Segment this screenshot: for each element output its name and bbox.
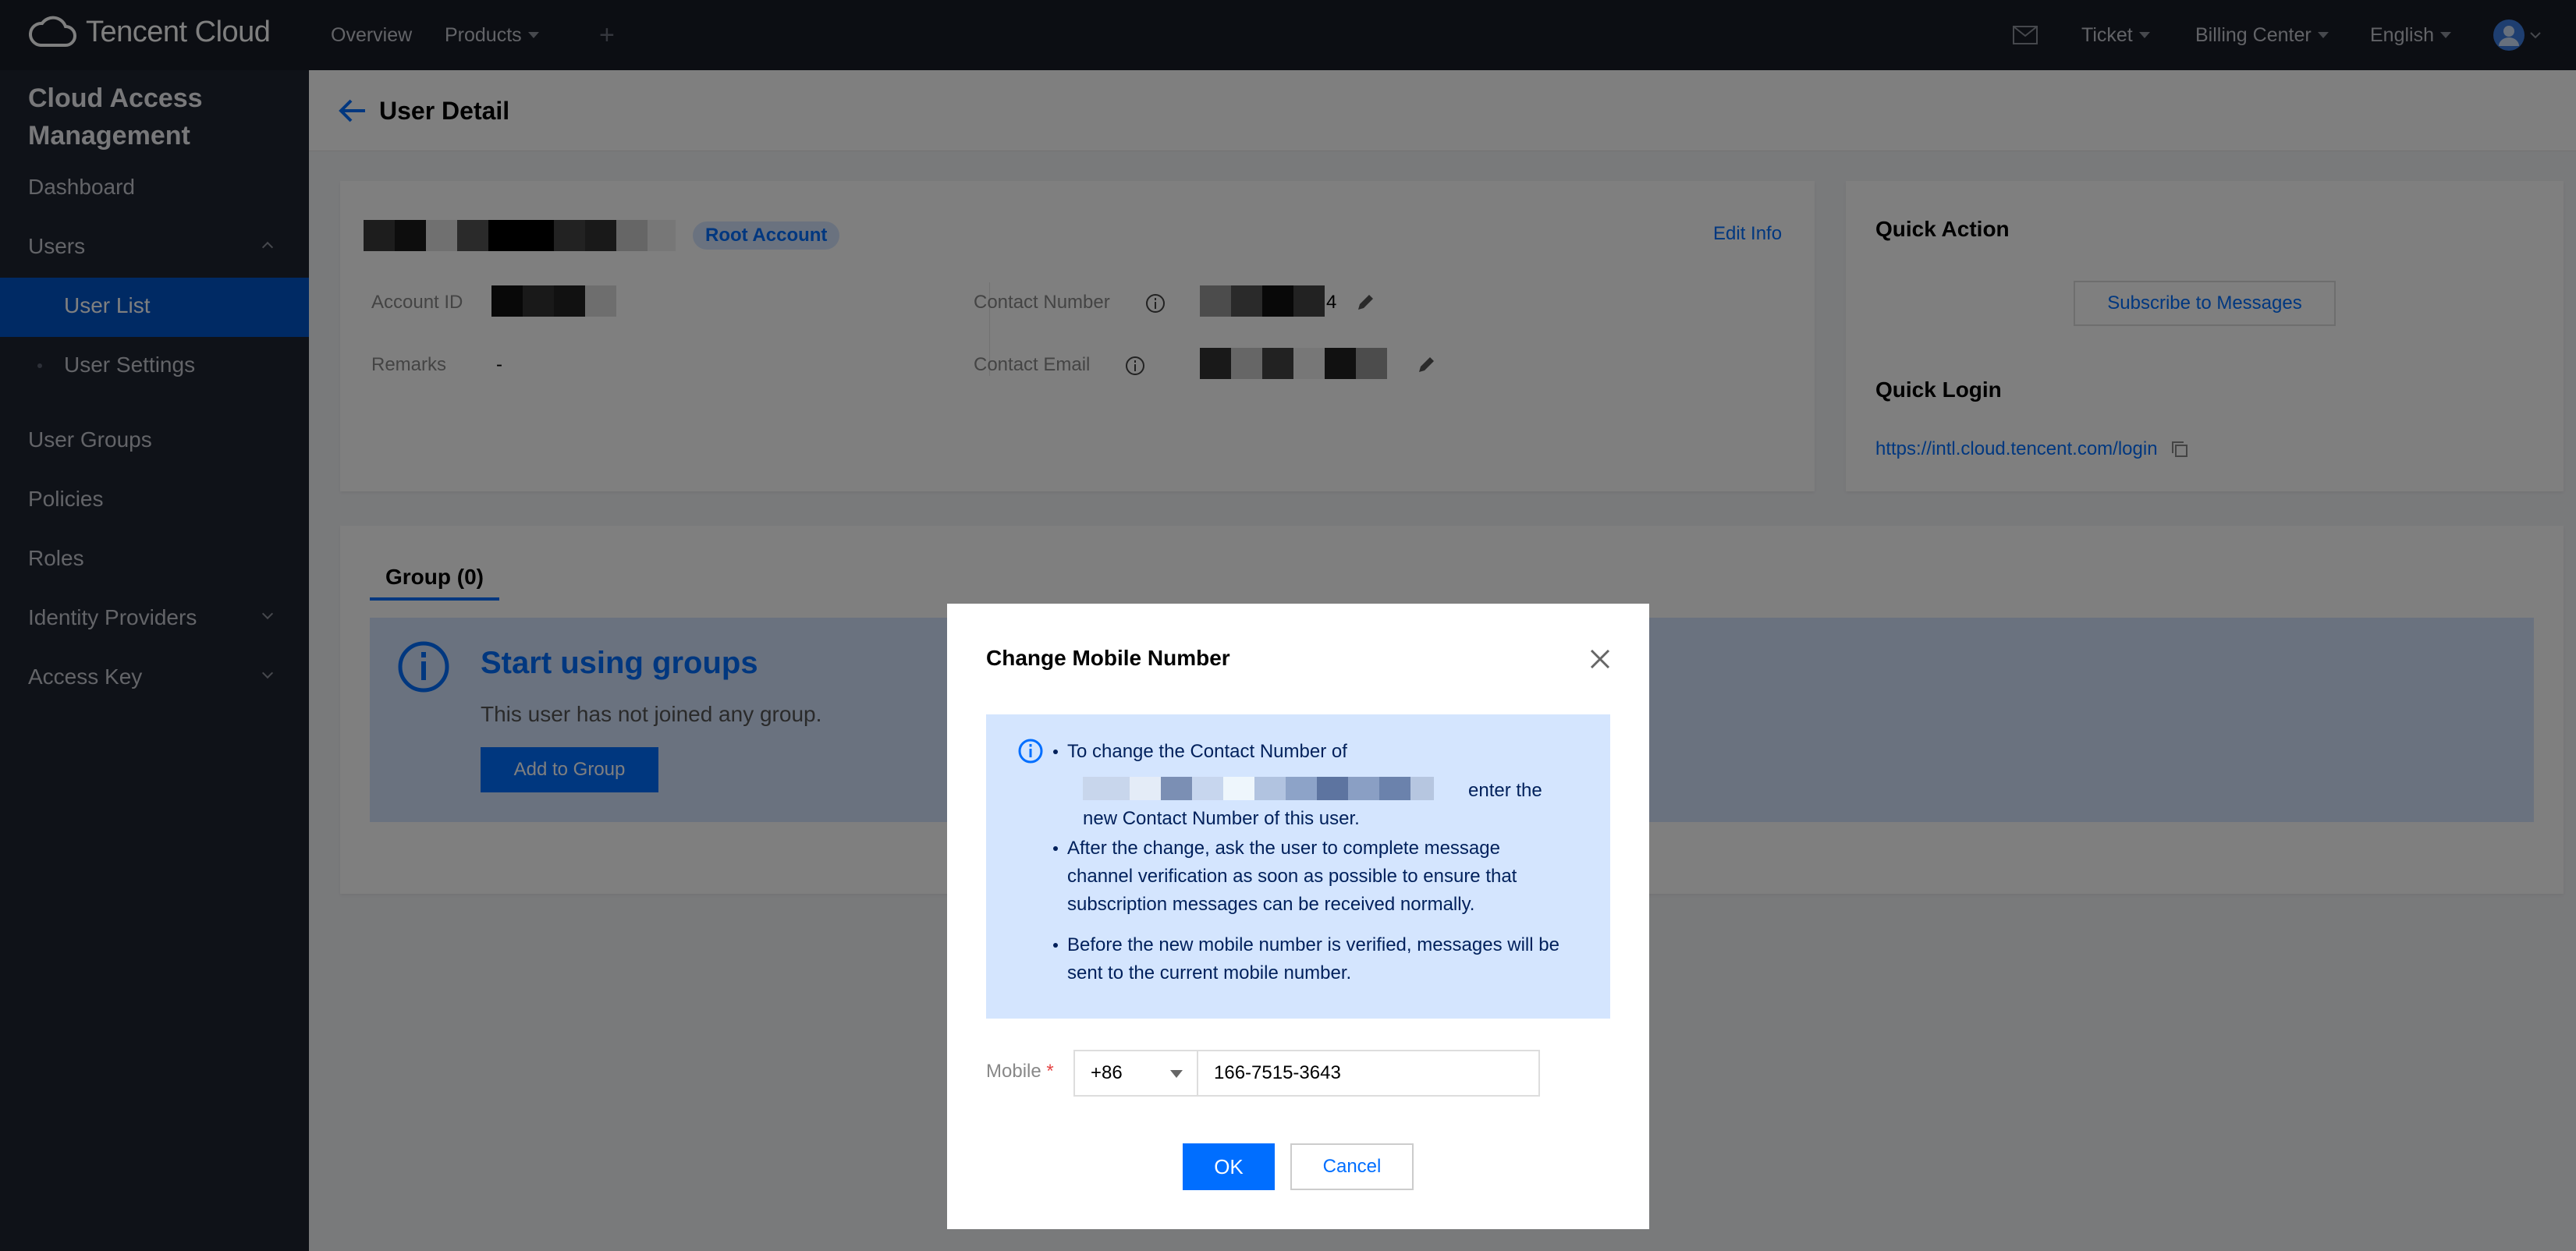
notice-bullet-2: After the change, ask the user to comple… — [1053, 835, 1567, 919]
country-code-select[interactable]: +86 — [1073, 1050, 1198, 1097]
notice-bullet-1-tail: enter the — [1468, 780, 1542, 801]
notice-bullet-3: Before the new mobile number is verified… — [1053, 931, 1567, 987]
chevron-down-icon — [1170, 1070, 1183, 1078]
notice-bullet-1-line3: new Contact Number of this user. — [1083, 808, 1360, 829]
ok-button[interactable]: OK — [1183, 1143, 1275, 1190]
change-mobile-number-dialog: Change Mobile Number To change the Conta… — [947, 604, 1649, 1229]
close-icon[interactable] — [1588, 647, 1612, 671]
notice-panel: To change the Contact Number of enter th… — [986, 714, 1610, 1019]
dialog-title: Change Mobile Number — [986, 646, 1230, 670]
required-asterisk: * — [1046, 1061, 1054, 1082]
notice-bullet-1: To change the Contact Number of — [1053, 738, 1567, 766]
mobile-label: Mobile * — [986, 1061, 1054, 1082]
redacted-account-name — [1083, 777, 1457, 800]
cancel-button[interactable]: Cancel — [1290, 1143, 1414, 1190]
mobile-number-input[interactable] — [1197, 1050, 1540, 1097]
info-icon — [1018, 739, 1043, 764]
